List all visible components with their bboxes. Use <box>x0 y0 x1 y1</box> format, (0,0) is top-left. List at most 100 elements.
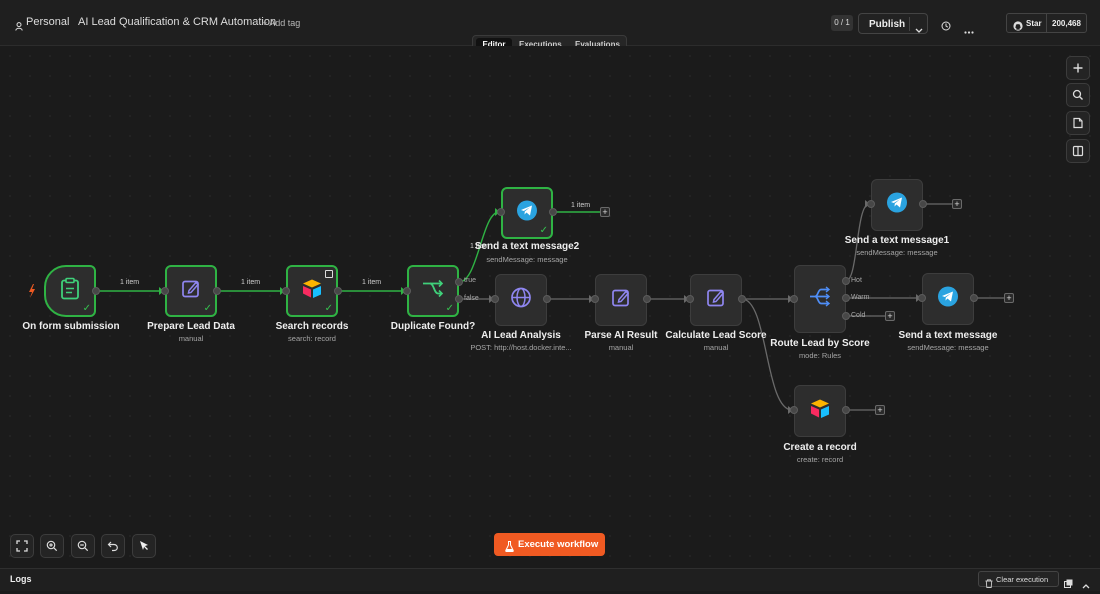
github-star-button[interactable]: Star 200,468 <box>1006 13 1087 33</box>
output-label-false: false <box>464 295 479 302</box>
node-ai-lead-analysis[interactable] <box>495 274 547 326</box>
node-subtitle: create: record <box>796 455 844 464</box>
add-node-panel-button[interactable] <box>1066 56 1090 80</box>
workflow-name[interactable]: AI Lead Qualification & CRM Automation <box>78 16 276 28</box>
airtable-icon <box>809 399 831 424</box>
output-port[interactable] <box>92 287 100 295</box>
toggle-panel-button[interactable] <box>1066 139 1090 163</box>
edge-label-items: 1 item <box>571 202 591 209</box>
node-create-record[interactable] <box>794 385 846 437</box>
node-prepare-lead-data[interactable]: ✓ <box>165 265 217 317</box>
publish-button[interactable]: Publish <box>858 13 928 34</box>
output-port-warm[interactable] <box>842 294 850 302</box>
edit-icon <box>611 288 631 313</box>
output-port[interactable] <box>738 295 746 303</box>
output-port[interactable] <box>543 295 551 303</box>
pop-out-icon[interactable] <box>1064 575 1073 593</box>
version-counter-text: 0 / 1 <box>834 18 850 27</box>
trash-icon <box>985 575 993 593</box>
input-port[interactable] <box>161 287 169 295</box>
github-icon <box>1013 18 1023 36</box>
node-parse-ai-result[interactable] <box>595 274 647 326</box>
logs-bar[interactable]: Logs Clear execution <box>0 568 1100 591</box>
input-port[interactable] <box>790 406 798 414</box>
cursor-icon <box>140 541 148 550</box>
success-check-icon: ✓ <box>203 303 212 314</box>
node-send-text-message1[interactable] <box>871 179 923 231</box>
input-port[interactable] <box>867 200 875 208</box>
node-duplicate-found[interactable]: ✓ <box>407 265 459 317</box>
chevron-down-icon[interactable] <box>915 21 923 39</box>
add-node-button[interactable]: + <box>885 311 895 321</box>
node-search-records[interactable]: ✓ <box>286 265 338 317</box>
success-check-icon: ✓ <box>539 225 548 236</box>
pinned-data-icon <box>325 270 333 278</box>
node-route-lead-by-score[interactable] <box>794 265 846 333</box>
output-port[interactable] <box>213 287 221 295</box>
output-label-hot: Hot <box>851 277 862 284</box>
output-port[interactable] <box>334 287 342 295</box>
search-nodes-button[interactable] <box>1066 83 1090 107</box>
node-subtitle: sendMessage: message <box>486 255 568 264</box>
output-port-true[interactable] <box>455 278 463 286</box>
node-label: Create a record <box>783 442 857 453</box>
zoom-in-button[interactable] <box>40 534 64 558</box>
success-check-icon: ✓ <box>324 303 333 314</box>
output-port[interactable] <box>842 406 850 414</box>
node-subtitle: sendMessage: message <box>856 248 938 257</box>
undo-button[interactable] <box>101 534 125 558</box>
node-on-form-submission[interactable]: ✓ <box>44 265 96 317</box>
logs-label[interactable]: Logs <box>10 574 32 584</box>
version-counter[interactable]: 0 / 1 <box>831 15 853 31</box>
add-tag-link[interactable]: + Add tag <box>262 18 300 28</box>
github-star-count: 200,468 <box>1052 19 1081 28</box>
output-port[interactable] <box>970 294 978 302</box>
history-icon[interactable] <box>941 18 951 36</box>
node-label: Send a text message <box>898 330 998 341</box>
output-port[interactable] <box>643 295 651 303</box>
node-calculate-lead-score[interactable] <box>690 274 742 326</box>
chevron-up-icon[interactable] <box>1082 576 1090 594</box>
input-port[interactable] <box>403 287 411 295</box>
edit-icon <box>706 288 726 313</box>
input-port[interactable] <box>282 287 290 295</box>
airtable-icon <box>301 279 323 304</box>
output-port-cold[interactable] <box>842 312 850 320</box>
output-port-hot[interactable] <box>842 277 850 285</box>
telegram-icon <box>886 192 908 219</box>
edit-icon <box>181 279 201 304</box>
add-node-button[interactable]: + <box>600 207 610 217</box>
add-node-button[interactable]: + <box>875 405 885 415</box>
input-port[interactable] <box>491 295 499 303</box>
if-branch-icon <box>422 279 444 303</box>
select-tool-button[interactable] <box>132 534 156 558</box>
output-port[interactable] <box>549 208 557 216</box>
output-port-false[interactable] <box>455 295 463 303</box>
execute-workflow-button[interactable]: Execute workflow <box>494 533 605 556</box>
node-send-text-message[interactable] <box>922 273 974 325</box>
edge-label-items: 1 item <box>241 279 261 286</box>
workflow-canvas[interactable]: 1 item 1 item 1 item 1 item 1 item true … <box>0 46 1100 568</box>
user-icon <box>15 18 23 36</box>
input-port[interactable] <box>686 295 694 303</box>
clear-execution-button[interactable]: Clear execution <box>978 571 1059 588</box>
project-name[interactable]: Personal <box>26 16 69 28</box>
trigger-bolt-icon <box>29 284 35 298</box>
clear-execution-label: Clear execution <box>996 575 1049 584</box>
flask-icon <box>505 539 514 557</box>
more-options-icon[interactable] <box>964 21 974 39</box>
input-port[interactable] <box>790 295 798 303</box>
output-port[interactable] <box>919 200 927 208</box>
add-node-button[interactable]: + <box>952 199 962 209</box>
zoom-out-button[interactable] <box>71 534 95 558</box>
input-port[interactable] <box>497 208 505 216</box>
zoom-in-icon <box>46 540 58 552</box>
add-node-button[interactable]: + <box>1004 293 1014 303</box>
input-port[interactable] <box>591 295 599 303</box>
fit-view-button[interactable] <box>10 534 34 558</box>
input-port[interactable] <box>918 294 926 302</box>
sticky-note-button[interactable] <box>1066 111 1090 135</box>
node-send-text-message2[interactable]: ✓ <box>501 187 553 239</box>
note-icon <box>1073 117 1083 129</box>
node-label: Send a text message2 <box>474 241 580 252</box>
